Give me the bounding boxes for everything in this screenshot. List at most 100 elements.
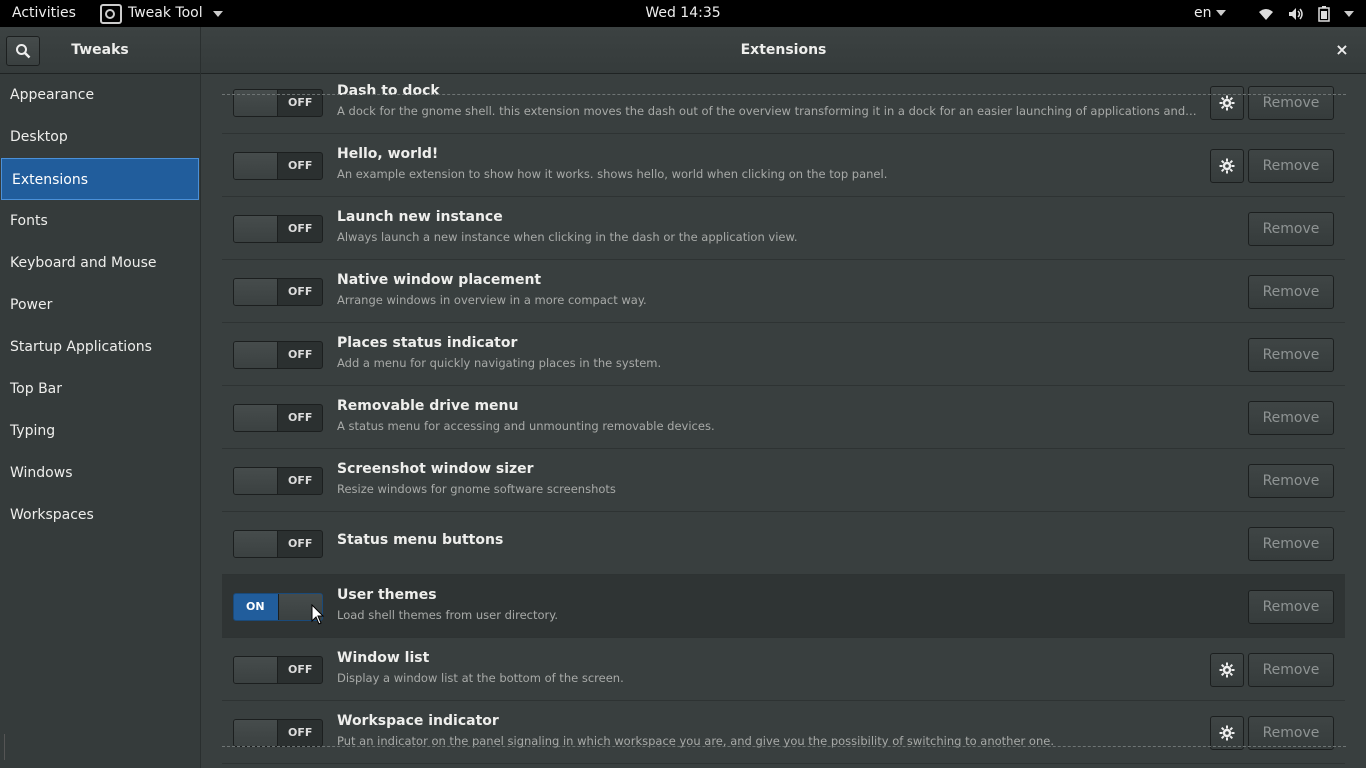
extension-name: User themes [337, 587, 437, 603]
extension-description: Load shell themes from user directory. [337, 608, 559, 622]
close-button[interactable]: × [1328, 36, 1356, 64]
extension-row: OFF Removable drive menu A status menu for… [222, 386, 1345, 449]
switch-state-label: OFF [288, 474, 313, 487]
extension-remove-button[interactable]: Remove [1248, 464, 1334, 498]
top-bar: Activities Tweak Tool Wed 14:35 en [0, 0, 1366, 27]
extension-toggle-switch[interactable]: OFF [233, 530, 323, 558]
switch-state-label: OFF [288, 537, 313, 550]
extensions-list: OFF Dash to dock A dock for the gnome shel… [201, 74, 1366, 768]
extension-toggle-switch[interactable]: OFF [233, 152, 323, 180]
extension-name: Window list [337, 650, 430, 666]
sidebar-item-fonts[interactable]: Fonts [0, 200, 200, 242]
wifi-icon [1259, 8, 1273, 20]
switch-knob [234, 531, 278, 557]
extension-remove-button[interactable]: Remove [1248, 275, 1334, 309]
switch-knob [234, 468, 278, 494]
system-menu[interactable] [1258, 0, 1354, 27]
extension-row: OFF Workspace indicator Put an indicator o… [222, 701, 1345, 764]
sidebar-item-startup-applications[interactable]: Startup Applications [0, 326, 200, 368]
extension-toggle-switch[interactable]: OFF [233, 215, 323, 243]
extension-row: OFF Places status indicator Add a menu for… [222, 323, 1345, 386]
sidebar-item-top-bar[interactable]: Top Bar [0, 368, 200, 410]
extension-remove-button[interactable]: Remove [1248, 401, 1334, 435]
extension-row: OFF Hello, world! An example extension to … [222, 134, 1345, 197]
extension-description: Add a menu for quickly navigating places… [337, 356, 662, 370]
switch-knob [234, 153, 278, 179]
sidebar: Appearance Desktop Extensions Fonts Keyboard… [0, 74, 201, 768]
extension-toggle-switch[interactable]: OFF [233, 341, 323, 369]
extension-row: OFF Status menu buttons Remove [222, 512, 1345, 575]
search-button[interactable] [6, 36, 40, 66]
extension-description: Always launch a new instance when clicki… [337, 230, 798, 244]
extension-name: Screenshot window sizer [337, 461, 534, 477]
switch-state-label: OFF [288, 411, 313, 424]
language-indicator[interactable]: en [1194, 0, 1226, 27]
extension-row: OFF Screenshot window sizer Resize windows… [222, 449, 1345, 512]
extension-description: Display a window list at the bottom of t… [337, 671, 624, 685]
extension-remove-button[interactable]: Remove [1248, 527, 1334, 561]
extension-settings-button[interactable] [1210, 86, 1244, 120]
switch-knob [234, 657, 278, 683]
gear-icon [1219, 95, 1235, 111]
extension-description: A dock for the gnome shell. this extensi… [337, 104, 1197, 118]
sidebar-item-windows[interactable]: Windows [0, 452, 200, 494]
extension-description: A status menu for accessing and unmounti… [337, 419, 715, 433]
extension-row: OFF Dash to dock A dock for the gnome shel… [222, 74, 1345, 134]
switch-state-label: OFF [288, 222, 313, 235]
extension-name: Status menu buttons [337, 532, 504, 548]
extension-remove-button[interactable]: Remove [1248, 716, 1334, 750]
scroll-edge-bottom [222, 746, 1346, 747]
extension-remove-button[interactable]: Remove [1248, 212, 1334, 246]
clock[interactable]: Wed 14:35 [0, 0, 1366, 27]
extension-name: Hello, world! [337, 146, 439, 162]
extension-name: Launch new instance [337, 209, 503, 225]
search-icon [16, 44, 31, 59]
chevron-down-icon [1215, 10, 1226, 16]
extension-toggle-switch[interactable]: OFF [233, 278, 323, 306]
extension-settings-button[interactable] [1210, 149, 1244, 183]
sidebar-item-desktop[interactable]: Desktop [0, 116, 200, 158]
extension-row: ON User themes Load shell themes from user… [222, 575, 1345, 638]
gear-icon [1219, 662, 1235, 678]
extension-name: Places status indicator [337, 335, 518, 351]
switch-state-label: OFF [288, 663, 313, 676]
switch-knob [234, 279, 278, 305]
sidebar-item-keyboard-and-mouse[interactable]: Keyboard and Mouse [0, 242, 200, 284]
volume-icon [1289, 7, 1303, 20]
extension-row: OFF Native window placement Arrange window… [222, 260, 1345, 323]
extension-remove-button[interactable]: Remove [1248, 590, 1334, 624]
page-title: Extensions [740, 42, 827, 58]
extension-toggle-switch[interactable]: OFF [233, 719, 323, 747]
switch-state-label: OFF [288, 159, 313, 172]
switch-state-label: ON [246, 600, 265, 613]
switch-state-label: OFF [288, 726, 313, 739]
extension-name: Workspace indicator [337, 713, 499, 729]
mouse-cursor-icon [311, 604, 325, 625]
extension-description: An example extension to show how it work… [337, 167, 888, 181]
extension-remove-button[interactable]: Remove [1248, 653, 1334, 687]
scroll-edge-top [222, 94, 1346, 95]
extension-remove-button[interactable]: Remove [1248, 149, 1334, 183]
extension-settings-button[interactable] [1210, 653, 1244, 687]
extension-name: Dash to dock [337, 83, 440, 99]
gear-icon [1219, 725, 1235, 741]
extension-settings-button[interactable] [1210, 716, 1244, 750]
extension-name: Removable drive menu [337, 398, 519, 414]
chevron-down-icon [1344, 10, 1354, 17]
extension-toggle-switch[interactable]: ON [233, 593, 323, 621]
sidebar-item-appearance[interactable]: Appearance [0, 74, 200, 116]
sidebar-item-typing[interactable]: Typing [0, 410, 200, 452]
extension-remove-button[interactable]: Remove [1248, 86, 1334, 120]
sidebar-title: Tweaks [71, 42, 129, 58]
sidebar-item-workspaces[interactable]: Workspaces [0, 494, 200, 536]
extension-toggle-switch[interactable]: OFF [233, 467, 323, 495]
switch-state-label: OFF [288, 348, 313, 361]
divider [4, 734, 5, 760]
extension-toggle-switch[interactable]: OFF [233, 404, 323, 432]
extension-toggle-switch[interactable]: OFF [233, 656, 323, 684]
extension-remove-button[interactable]: Remove [1248, 338, 1334, 372]
extension-row: OFF Launch new instance Always launch a ne… [222, 197, 1345, 260]
extension-description: Resize windows for gnome software screen… [337, 482, 616, 496]
sidebar-item-power[interactable]: Power [0, 284, 200, 326]
sidebar-item-extensions[interactable]: Extensions [1, 158, 199, 200]
